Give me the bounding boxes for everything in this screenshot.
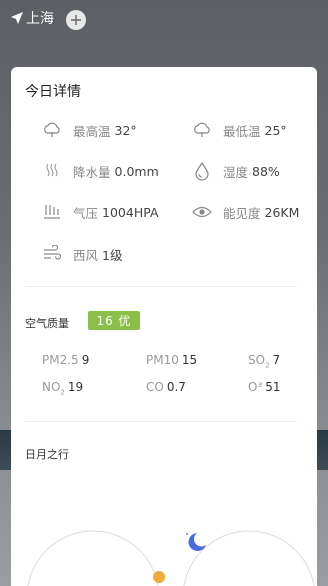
sun-moon-title: 日月之行 — [25, 448, 69, 461]
pollutant-no2: NO2 19 — [42, 380, 84, 397]
divider — [25, 421, 297, 422]
pollutant-pm10: PM10 15 — [146, 353, 198, 367]
location-arrow-icon — [11, 12, 23, 24]
detail-visibility: 能见度 26KM — [191, 201, 299, 223]
add-city-button[interactable] — [66, 10, 86, 30]
divider — [25, 286, 297, 287]
detail-humidity: 湿度 88% — [191, 160, 280, 182]
detail-pressure: 气压 1004HPA — [41, 201, 159, 223]
detail-max-temp: 最高温 32° — [41, 119, 137, 141]
detail-precipitation: 降水量 0.0mm — [41, 160, 159, 182]
cloud-icon — [191, 119, 213, 141]
top-bar: 上海 — [0, 0, 328, 40]
pressure-icon — [41, 201, 63, 223]
pollutant-o3: O³ 51 — [248, 380, 281, 394]
wind-icon — [41, 243, 63, 265]
pollutant-pm25: PM2.5 9 — [42, 353, 90, 367]
today-details-card: 今日详情 最高温 32° 最低温 25° 降水量 0.0mm 湿度 88% 气压 — [11, 67, 317, 586]
add-city-icon — [71, 15, 81, 25]
sun-icon — [153, 571, 165, 583]
location-button[interactable]: 上海 — [10, 8, 54, 28]
aqi-badge: 16 优 — [88, 311, 140, 330]
eye-icon — [191, 201, 213, 223]
card-title: 今日详情 — [25, 84, 81, 100]
city-name: 上海 — [26, 11, 54, 27]
detail-min-temp: 最低温 25° — [191, 119, 287, 141]
air-quality-title: 空气质量 — [25, 317, 69, 330]
humidity-drop-icon — [191, 160, 213, 182]
detail-wind: 西风 1级 — [41, 243, 122, 265]
moon-icon — [186, 533, 206, 551]
pollutant-co: CO 0.7 — [146, 380, 186, 394]
rain-icon — [41, 160, 63, 182]
cloud-icon — [41, 119, 63, 141]
pollutant-so2: SO2 7 — [248, 353, 281, 370]
background-decoration — [316, 430, 328, 470]
sun-moon-arc — [27, 530, 315, 586]
